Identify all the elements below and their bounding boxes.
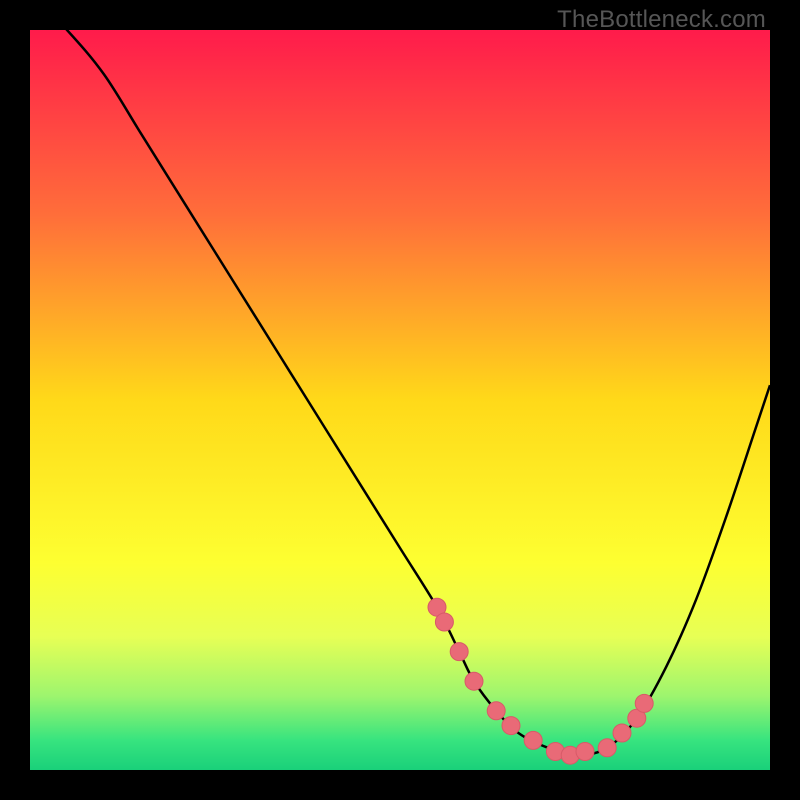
highlighted-points (428, 598, 653, 764)
watermark-text: TheBottleneck.com (557, 6, 766, 34)
plot-area (30, 30, 770, 770)
bottleneck-curve (30, 30, 770, 755)
marker-point (524, 731, 542, 749)
marker-point (635, 694, 653, 712)
marker-point (435, 613, 453, 631)
marker-point (450, 643, 468, 661)
marker-point (465, 672, 483, 690)
chart-frame: TheBottleneck.com (0, 0, 800, 800)
marker-point (502, 717, 520, 735)
curve-layer (30, 30, 770, 770)
marker-point (598, 739, 616, 757)
marker-point (487, 702, 505, 720)
marker-point (576, 743, 594, 761)
marker-point (613, 724, 631, 742)
